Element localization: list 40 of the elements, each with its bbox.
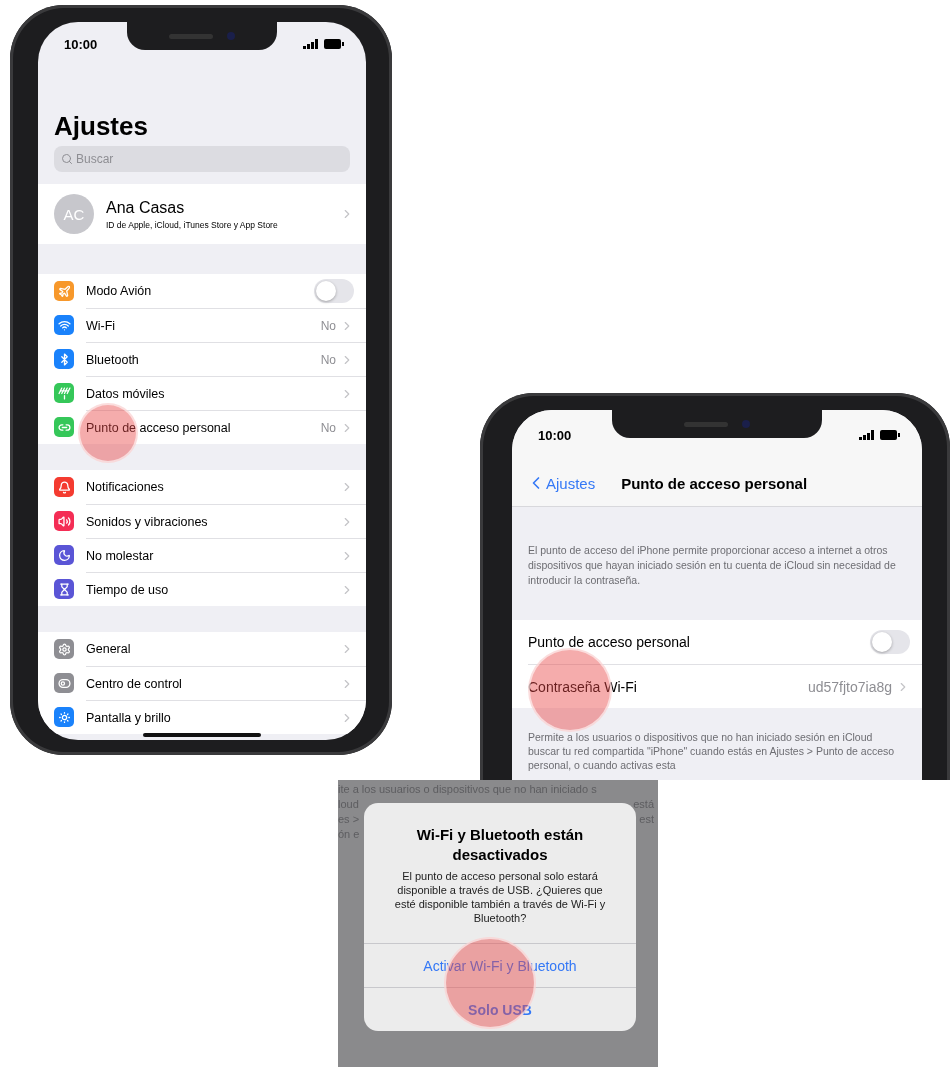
settings-row-label[interactable]: Punto de acceso personal <box>86 420 317 435</box>
nav-title: Punto de acceso personal <box>621 474 808 492</box>
row-value: No <box>320 420 336 435</box>
toggle-switch[interactable] <box>314 279 354 303</box>
settings-row-label[interactable]: Modo Avión <box>86 284 310 298</box>
profile-name: Ana Casas <box>106 198 186 217</box>
settings-row-label[interactable]: Tiempo de uso <box>86 582 336 597</box>
status-time: 10:00 <box>64 36 98 52</box>
toggle-switch[interactable] <box>870 630 910 654</box>
back-link[interactable]: Ajustes <box>526 473 596 493</box>
settings-row-label[interactable]: Wi-Fi <box>86 318 317 333</box>
profile-card[interactable]: AC Ana Casas ID de Apple, iCloud, iTunes Store y App Store <box>38 184 366 244</box>
settings-row-label[interactable]: Sonidos y vibraciones <box>86 514 336 529</box>
search-field[interactable]: Buscar <box>54 146 350 172</box>
settings-row-label[interactable]: Contraseña Wi-Fi <box>528 678 804 695</box>
settings-row-label[interactable]: Pantalla y brillo <box>86 710 336 725</box>
profile-subtitle: ID de Apple, iCloud, iTunes Store y App Store <box>106 219 279 230</box>
signal-icon <box>859 430 875 440</box>
page-title: Ajustes <box>54 110 149 142</box>
settings-row-label[interactable]: Punto de acceso personal <box>528 634 866 650</box>
row-value: No <box>320 318 336 333</box>
footer-text: Permite a los usuarios o dispositivos que no han iniciado sesión en iCloud buscar tu red compartida "iPhone" cuando estás en Ajustes > Punto de acceso personal, o cuando activas esta <box>528 730 896 772</box>
status-time: 10:00 <box>538 427 572 443</box>
signal-icon <box>303 39 319 49</box>
avatar: AC <box>54 194 94 234</box>
search-icon <box>61 153 73 165</box>
alert-message: El punto de acceso personal solo estará disponible a través de USB. ¿Quieres que esté disponible también a través de Wi-Fi y Bluetooth? <box>394 869 606 925</box>
settings-row-label[interactable]: No molestar <box>86 548 336 563</box>
description-text: El punto de acceso del iPhone permite proporcionar acceso a internet a otros dispositivos que hayan iniciado sesión en tu cuenta de iCloud sin necesidad de introducir la contraseña. <box>528 543 897 588</box>
alert-button[interactable]: Activar Wi-Fi y Bluetooth <box>364 943 636 987</box>
settings-row-label[interactable]: Datos móviles <box>86 386 336 401</box>
settings-row-label[interactable]: Centro de control <box>86 676 336 691</box>
settings-row-label[interactable]: Notificaciones <box>86 480 336 494</box>
settings-row-label[interactable]: General <box>86 642 336 656</box>
row-value: No <box>320 352 336 367</box>
alert-title: Wi-Fi y Bluetooth están desactivados <box>415 825 585 865</box>
row-value: ud57fjto7ia8g <box>807 678 892 695</box>
settings-row-label[interactable]: Bluetooth <box>86 352 317 367</box>
battery-icon <box>880 430 900 440</box>
battery-icon <box>324 39 344 49</box>
